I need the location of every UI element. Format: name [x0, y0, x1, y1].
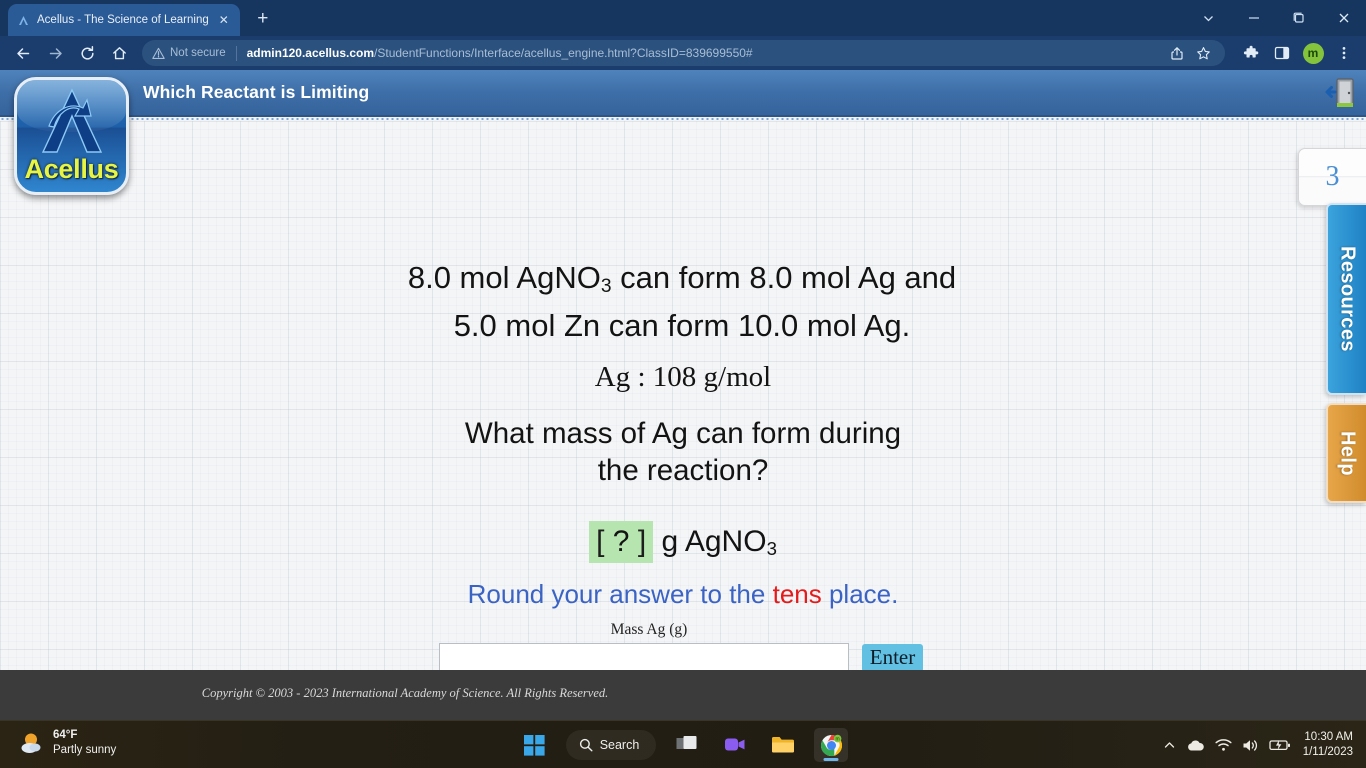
problem-counter-badge: 3 [1298, 148, 1366, 206]
rounding-post: place. [821, 579, 899, 609]
omnibox-actions [1165, 41, 1215, 65]
copyright-text: Copyright © 2003 - 2023 International Ac… [201, 686, 609, 700]
answer-expression: [ ? ] g AgNO3 [0, 521, 1366, 568]
acellus-logo-word: Acellus [24, 154, 119, 184]
answer-field-label: Mass Ag (g) [610, 621, 688, 638]
stoich-line-2: 5.0 mol Zn can form 10.0 mol Ag. [453, 308, 911, 344]
start-icon[interactable] [518, 728, 552, 762]
tab-search-chevron-icon[interactable] [1186, 0, 1231, 36]
blank-placeholder: ? [612, 525, 630, 558]
window-controls [1186, 0, 1366, 36]
browser-chrome: Acellus - The Science of Learning ✕ + No… [0, 0, 1366, 70]
chrome-menu-button[interactable] [1330, 39, 1358, 67]
back-button[interactable] [8, 38, 38, 68]
acellus-header-bar: Which Reactant is Limiting [0, 70, 1366, 117]
rounding-highlight: tens [772, 579, 822, 609]
stoichiometry-statement: 8.0 mol AgNO3 can form 8.0 mol Ag and 5.… [0, 258, 1365, 345]
browser-tab[interactable]: Acellus - The Science of Learning ✕ [8, 4, 240, 36]
prompt-line-1: What mass of Ag can form during [464, 417, 902, 450]
window-maximize-button[interactable] [1276, 0, 1321, 36]
window-minimize-button[interactable] [1231, 0, 1276, 36]
search-label: Search [599, 738, 640, 752]
url-text: admin120.acellus.com/StudentFunctions/In… [247, 46, 753, 60]
blank-unit: g AgNO3 [653, 525, 777, 560]
extensions-puzzle-icon[interactable] [1237, 39, 1265, 67]
warning-triangle-icon [152, 47, 165, 59]
acellus-favicon-icon [16, 13, 30, 27]
battery-charging-icon[interactable] [1269, 738, 1291, 752]
chrome-icon[interactable]: m [814, 728, 849, 762]
acellus-a-mark-icon [17, 84, 126, 160]
taskbar-search-box[interactable]: Search [565, 730, 657, 760]
new-tab-button[interactable]: + [249, 5, 277, 33]
question-content: 8.0 mol AgNO3 can form 8.0 mol Ag and 5.… [0, 121, 1366, 722]
reload-button[interactable] [72, 38, 102, 68]
taskbar-clock[interactable]: 10:30 AM 1/11/2023 [1303, 730, 1357, 760]
molar-mass-line: Ag : 108 g/mol [594, 361, 772, 393]
help-tab[interactable]: Help [1326, 403, 1366, 503]
page-viewport: Which Reactant is Limiting Acellus 8.0 m… [0, 70, 1366, 722]
subscript-3-unit: 3 [766, 538, 777, 560]
prompt-line-2: the reaction? [597, 454, 769, 487]
file-explorer-icon[interactable] [766, 728, 800, 762]
answer-area: Mass Ag (g) Enter [0, 621, 1366, 673]
url-path: /StudentFunctions/Interface/acellus_engi… [374, 46, 753, 60]
rounding-pre: Round your answer to the [467, 579, 773, 609]
search-icon [579, 738, 593, 752]
acellus-logo[interactable]: Acellus [14, 77, 129, 195]
resources-tab-label: Resources [1336, 246, 1359, 352]
home-button[interactable] [104, 38, 134, 68]
stoich-line-1: 8.0 mol AgNO3 can form 8.0 mol Ag and [407, 260, 957, 298]
enter-button[interactable]: Enter [861, 643, 924, 673]
onedrive-cloud-icon[interactable] [1186, 738, 1205, 752]
subscript-3: 3 [600, 276, 612, 298]
rounding-instruction: Round your answer to the tens place. [0, 575, 1366, 614]
chat-icon[interactable] [718, 728, 752, 762]
bracket-open: [ [596, 525, 605, 558]
exit-door-icon[interactable] [1325, 75, 1357, 111]
taskbar-center-icons: Search m [0, 721, 1366, 768]
answer-row: Enter [0, 643, 1364, 673]
svg-text:m: m [835, 736, 839, 742]
side-panel-icon[interactable] [1268, 39, 1296, 67]
problem-counter-value: 3 [1325, 161, 1340, 192]
omnibox-divider [235, 45, 237, 61]
question-prompt: What mass of Ag can form during the reac… [0, 415, 1366, 489]
bracket-close: ] [637, 525, 647, 558]
avatar-initial: m [1302, 42, 1324, 64]
address-bar[interactable]: Not secure admin120.acellus.com/StudentF… [142, 40, 1225, 66]
clock-time: 10:30 AM [1304, 731, 1353, 743]
clock-date: 1/11/2023 [1302, 746, 1353, 758]
help-tab-label: Help [1336, 430, 1359, 476]
security-label: Not secure [170, 47, 226, 59]
screen: Acellus - The Science of Learning ✕ + No… [0, 0, 1366, 768]
tab-close-icon[interactable]: ✕ [216, 12, 232, 28]
url-domain: admin120.acellus.com [246, 46, 375, 60]
page-title: Which Reactant is Limiting [143, 82, 370, 102]
profile-avatar[interactable]: m [1299, 39, 1327, 67]
resources-tab[interactable]: Resources [1326, 203, 1366, 395]
security-indicator[interactable]: Not secure [152, 47, 226, 60]
answer-blank-box[interactable]: [ ? ] [589, 521, 654, 563]
wifi-icon[interactable] [1215, 738, 1232, 752]
volume-icon[interactable] [1242, 738, 1259, 753]
tab-strip: Acellus - The Science of Learning ✕ + [0, 0, 1366, 36]
extension-area: m [1233, 39, 1358, 67]
tab-title: Acellus - The Science of Learning [37, 14, 209, 26]
window-close-button[interactable] [1321, 0, 1366, 36]
bookmark-star-icon[interactable] [1191, 41, 1215, 65]
tray-expand-chevron-icon[interactable] [1163, 739, 1176, 752]
page-footer: Copyright © 2003 - 2023 International Ac… [0, 670, 1366, 722]
system-tray: 10:30 AM 1/11/2023 [1163, 721, 1357, 768]
task-view-icon[interactable] [670, 728, 704, 762]
windows-taskbar: 64°F Partly sunny Search m 10:30 AM 1/11… [0, 720, 1366, 768]
forward-button[interactable] [40, 38, 70, 68]
navigation-bar: Not secure admin120.acellus.com/StudentF… [0, 36, 1366, 70]
answer-input[interactable] [438, 643, 849, 673]
share-icon[interactable] [1165, 41, 1189, 65]
